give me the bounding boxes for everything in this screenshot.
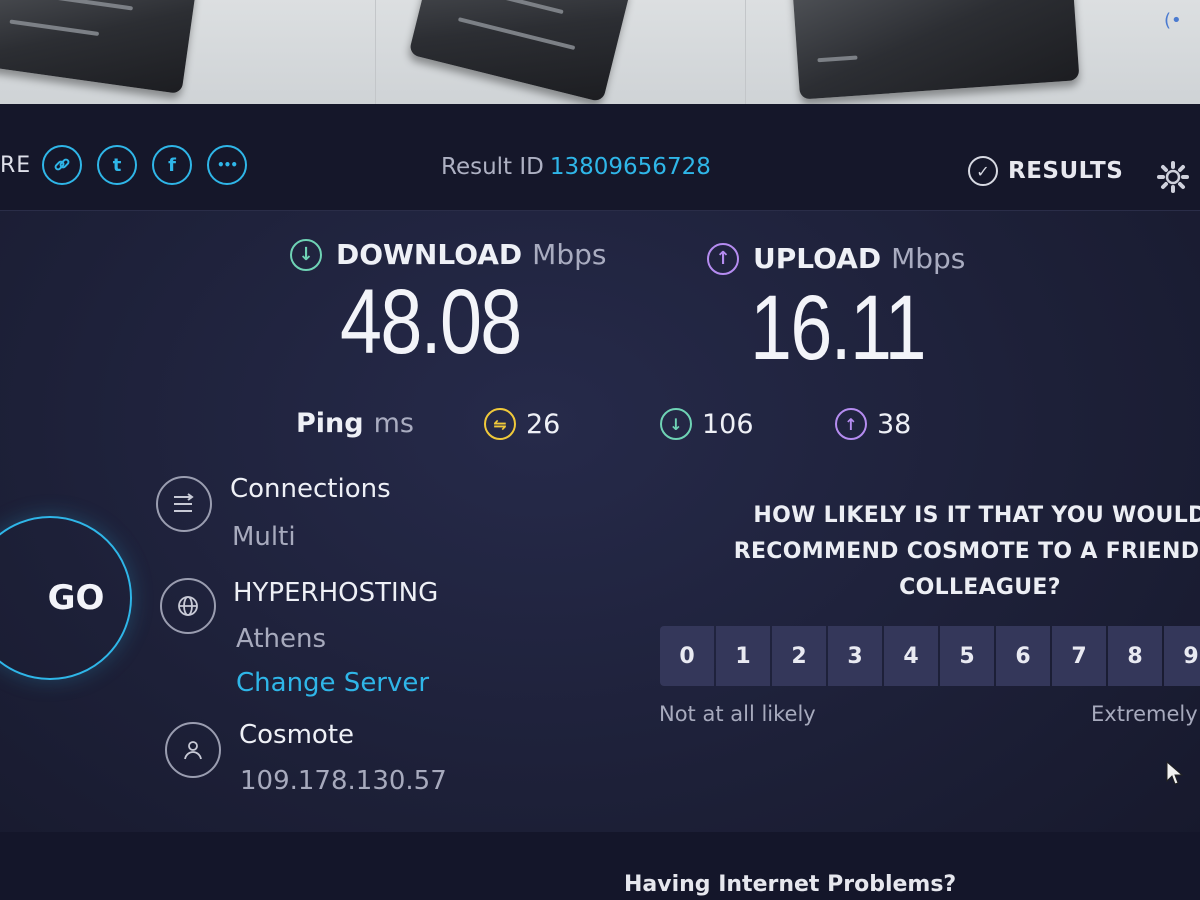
download-latency-icon: ↓: [660, 408, 692, 440]
share-more-button[interactable]: •••: [207, 145, 247, 185]
rating-option-4[interactable]: 4: [884, 626, 938, 686]
connections-title: Connections: [230, 474, 391, 504]
ping-download: ↓ 106: [660, 408, 754, 440]
user-icon: [165, 722, 221, 778]
product-image-1[interactable]: [0, 0, 197, 95]
rating-option-0[interactable]: 0: [660, 626, 714, 686]
product-image-2[interactable]: [408, 0, 632, 103]
survey-question-line: HOW LIKELY IS IT THAT YOU WOULD: [753, 503, 1200, 528]
ad-banner[interactable]: (•: [0, 0, 1200, 104]
download-unit: Mbps: [532, 238, 607, 271]
download-speed-value: 48.08: [340, 271, 522, 373]
facebook-icon: f: [168, 154, 176, 176]
survey-question-line: COLLEAGUE?: [899, 575, 1061, 600]
share-twitter-button[interactable]: t: [97, 145, 137, 185]
share-facebook-button[interactable]: f: [152, 145, 192, 185]
upload-speed-value: 16.11: [750, 277, 927, 379]
rating-scale: 0 1 2 3 4 5 6 7 8 9: [660, 626, 1200, 686]
scale-low-label: Not at all likely: [659, 702, 816, 726]
scale-high-label: Extremely: [1091, 702, 1198, 726]
download-arrow-icon: ↓: [290, 238, 322, 271]
upload-unit: Mbps: [891, 242, 966, 275]
connections-icon: [156, 476, 212, 532]
result-id: Result ID 13809656728: [441, 154, 711, 180]
result-id-link[interactable]: 13809656728: [550, 154, 711, 180]
ping-upload: ↑ 38: [835, 408, 911, 440]
ping-unit: ms: [373, 408, 414, 439]
isp-name: Cosmote: [239, 720, 355, 750]
upload-header: ↑ UPLOAD Mbps: [707, 242, 965, 275]
ping-idle: ⇋ 26: [484, 408, 560, 440]
footer-bar: Having Internet Problems?: [0, 832, 1200, 900]
isp-ip: 109.178.130.57: [240, 766, 447, 796]
upload-latency-icon: ↑: [835, 408, 867, 440]
survey-question-line: RECOMMEND COSMOTE TO A FRIEND O: [733, 539, 1200, 564]
product-image-3[interactable]: [790, 0, 1080, 100]
globe-icon: [160, 578, 216, 634]
gear-icon[interactable]: [1156, 160, 1190, 194]
ping-download-value: 106: [702, 408, 754, 440]
go-label: GO: [47, 578, 105, 618]
check-icon: ✓: [968, 156, 998, 186]
results-label: RESULTS: [1008, 158, 1124, 184]
results-button[interactable]: ✓ RESULTS: [968, 156, 1123, 186]
download-label: DOWNLOAD: [336, 238, 523, 271]
rating-option-3[interactable]: 3: [828, 626, 882, 686]
upload-label: UPLOAD: [753, 242, 882, 275]
rating-option-7[interactable]: 7: [1052, 626, 1106, 686]
link-icon: [54, 158, 70, 171]
connections-value: Multi: [232, 522, 296, 552]
rating-option-8[interactable]: 8: [1108, 626, 1162, 686]
rating-option-5[interactable]: 5: [940, 626, 994, 686]
result-header: RE t f ••• Result ID 13809656728 ✓ RESULT…: [0, 104, 1200, 211]
ping-label: Ping ms: [296, 408, 414, 439]
server-location: Athens: [236, 624, 327, 654]
adchoices-icon[interactable]: (•: [1164, 10, 1182, 31]
rating-option-9[interactable]: 9: [1164, 626, 1200, 686]
more-icon: •••: [216, 158, 238, 172]
ping-label-text: Ping: [296, 408, 364, 439]
server-name: HYPERHOSTING: [233, 578, 439, 608]
download-header: ↓ DOWNLOAD Mbps: [290, 238, 606, 271]
internet-problems-link[interactable]: Having Internet Problems?: [624, 872, 956, 897]
ping-upload-value: 38: [877, 408, 912, 440]
rating-option-6[interactable]: 6: [996, 626, 1050, 686]
twitter-icon: t: [112, 154, 122, 176]
result-id-label: Result ID: [441, 154, 544, 180]
upload-arrow-icon: ↑: [707, 242, 739, 275]
speedtest-panel: RE t f ••• Result ID 13809656728 ✓ RESULT…: [0, 104, 1200, 900]
rating-option-1[interactable]: 1: [716, 626, 770, 686]
change-server-link[interactable]: Change Server: [236, 668, 429, 698]
share-link-button[interactable]: [42, 145, 82, 185]
survey-question: HOW LIKELY IS IT THAT YOU WOULD RECOMMEN…: [700, 498, 1200, 606]
mouse-cursor-icon: [1166, 761, 1184, 785]
idle-latency-icon: ⇋: [484, 408, 516, 440]
rating-option-2[interactable]: 2: [772, 626, 826, 686]
go-button[interactable]: GO: [0, 516, 132, 680]
ping-idle-value: 26: [526, 408, 561, 440]
share-label: RE: [0, 153, 32, 178]
